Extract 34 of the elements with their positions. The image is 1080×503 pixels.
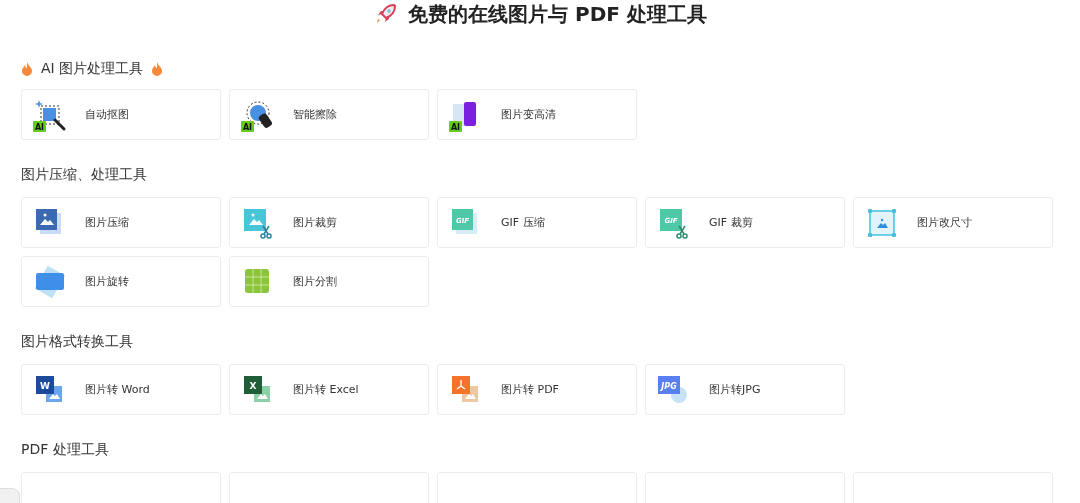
page-title: 免费的在线图片与 PDF 处理工具 [408, 0, 707, 28]
tool-label: 图片改尺寸 [917, 215, 972, 230]
tool-card[interactable]: 图片裁剪 [229, 197, 429, 248]
tool-card[interactable]: AI 图片变高清 [437, 89, 637, 140]
flame-icon [151, 62, 164, 76]
tool-label: 图片变高清 [501, 107, 556, 122]
tool-card[interactable]: 图片压缩 [21, 197, 221, 248]
tool-card[interactable]: AI 智能擦除 [229, 89, 429, 140]
tool-label: 智能擦除 [293, 107, 337, 122]
tool-label: 图片转 Excel [293, 382, 359, 397]
section-heading: 图片压缩、处理工具 [21, 166, 147, 184]
tool-label: 图片转 Word [85, 382, 150, 397]
tool-card[interactable]: X 图片转 Excel [229, 364, 429, 415]
section-heading: 图片格式转换工具 [21, 333, 133, 351]
tool-label: GIF 裁剪 [709, 215, 753, 230]
tool-label: 图片分割 [293, 274, 337, 289]
tool-card[interactable]: JPG 图片转JPG [645, 364, 845, 415]
rocket-icon [374, 2, 399, 26]
tool-label: 图片压缩 [85, 215, 129, 230]
tool-card[interactable]: 图片旋转 [21, 256, 221, 307]
tool-card[interactable]: W 图片转 Word [21, 364, 221, 415]
flame-icon [21, 62, 33, 76]
tool-label: 图片转JPG [709, 382, 761, 397]
tool-card[interactable]: 图片转 PDF [437, 364, 637, 415]
tool-card[interactable]: AI 自动抠图 [21, 89, 221, 140]
tool-card[interactable]: 图片改尺寸 [853, 197, 1053, 248]
tool-label: GIF 压缩 [501, 215, 545, 230]
tool-label: 自动抠图 [85, 107, 129, 122]
tool-label: 图片旋转 [85, 274, 129, 289]
section-heading: PDF 处理工具 [21, 441, 109, 459]
tool-card[interactable]: 图片分割 [229, 256, 429, 307]
section-heading: AI 图片处理工具 [41, 60, 144, 78]
tool-label: 图片裁剪 [293, 215, 337, 230]
tool-label: 图片转 PDF [501, 382, 559, 397]
